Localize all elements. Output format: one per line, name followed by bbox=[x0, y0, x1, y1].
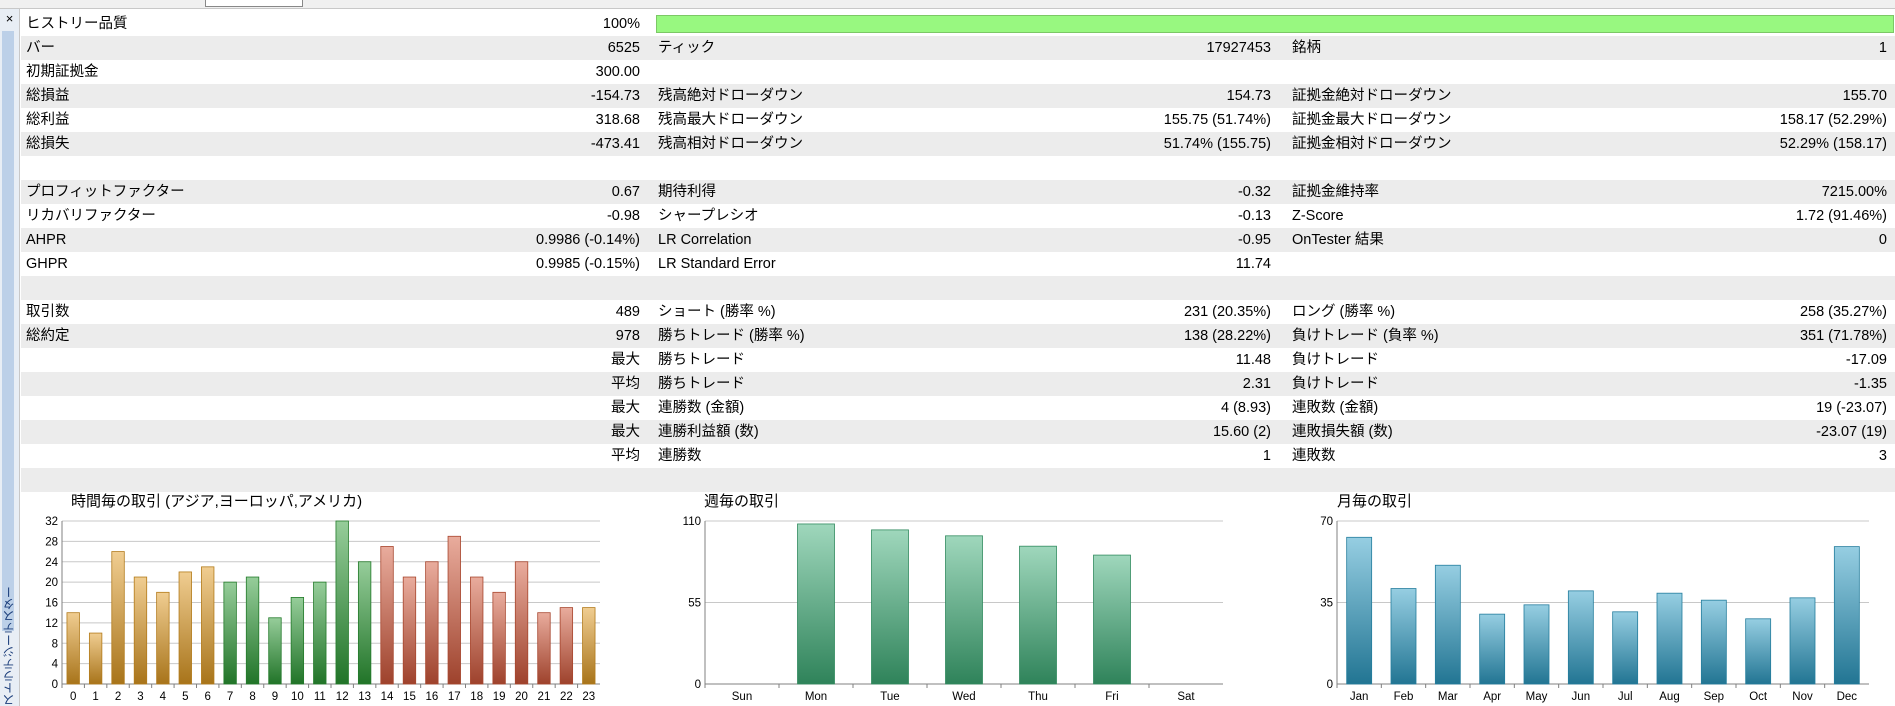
monthly-trades-chart: 0 35 70 Jan Feb Mar Apr May Jun Jul Aug Sep Oct Nov De… bbox=[1320, 516, 1869, 703]
x-tick-label: May bbox=[1526, 691, 1548, 703]
bar-Jan bbox=[1346, 536, 1373, 685]
x-tick-label: Apr bbox=[1483, 691, 1501, 703]
bar-May bbox=[1523, 604, 1550, 685]
bar-Sep bbox=[1700, 599, 1727, 685]
bar-Jul bbox=[1612, 611, 1639, 685]
bar-Nov bbox=[1789, 597, 1816, 685]
y-tick-label: 35 bbox=[1320, 598, 1333, 610]
bar-Oct bbox=[1745, 618, 1772, 685]
x-tick-label: Dec bbox=[1837, 691, 1858, 703]
x-tick-label: Mar bbox=[1438, 691, 1458, 703]
x-tick-label: Feb bbox=[1394, 691, 1414, 703]
x-tick-label: Aug bbox=[1659, 691, 1679, 703]
bar-Jun bbox=[1567, 590, 1594, 685]
x-tick-label: Jul bbox=[1618, 691, 1633, 703]
y-tick-label: 0 bbox=[1327, 679, 1333, 691]
bar-Mar bbox=[1434, 564, 1461, 685]
bar-Aug bbox=[1656, 592, 1683, 685]
bar-Apr bbox=[1479, 613, 1506, 685]
x-tick-label: Oct bbox=[1749, 691, 1768, 703]
bar-Dec bbox=[1833, 546, 1860, 685]
x-tick-label: Nov bbox=[1792, 691, 1813, 703]
y-tick-label: 70 bbox=[1320, 516, 1333, 528]
x-tick-label: Jan bbox=[1350, 691, 1369, 703]
bar-Feb bbox=[1390, 588, 1417, 685]
x-tick-label: Sep bbox=[1704, 691, 1724, 703]
x-tick-label: Jun bbox=[1572, 691, 1591, 703]
